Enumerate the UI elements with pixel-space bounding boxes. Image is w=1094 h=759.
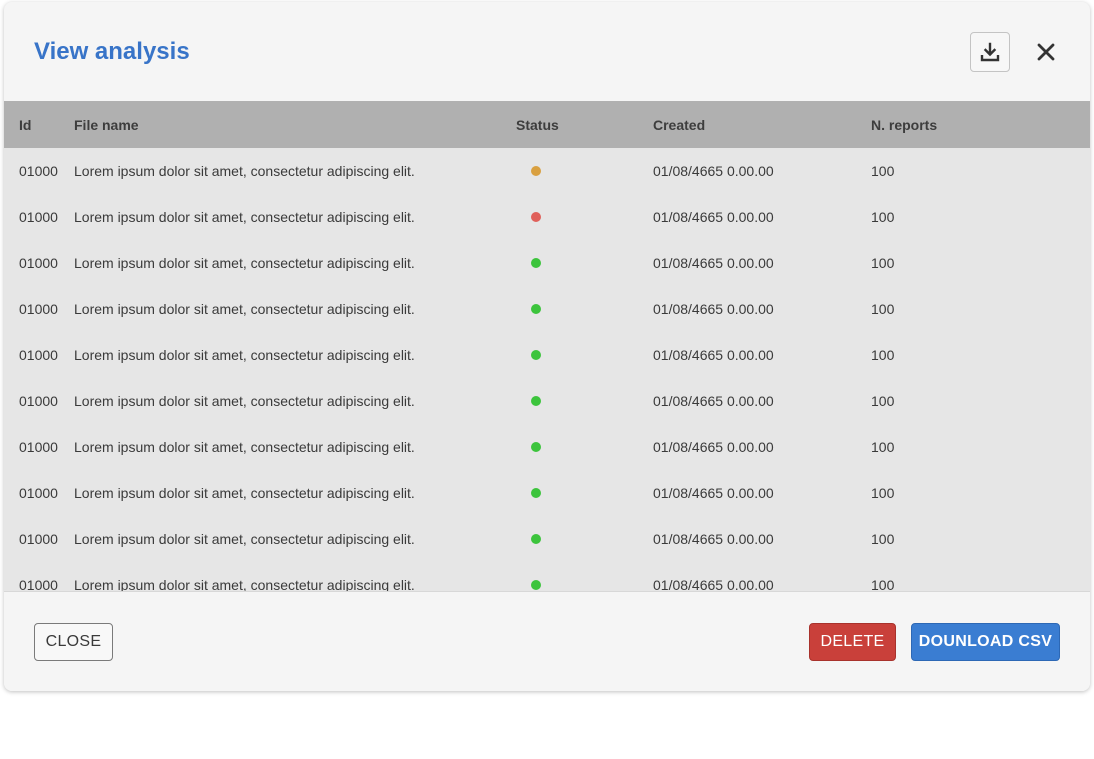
header-file-name: File name bbox=[74, 116, 139, 133]
dialog-header: View analysis bbox=[4, 2, 1090, 101]
cell-file-name: Lorem ipsum dolor sit amet, consectetur … bbox=[74, 255, 415, 271]
table-row[interactable]: 01000 Lorem ipsum dolor sit amet, consect… bbox=[4, 332, 1090, 378]
cell-id: 01000 bbox=[19, 209, 58, 225]
cell-n-reports: 100 bbox=[871, 301, 895, 317]
cell-n-reports: 100 bbox=[871, 393, 895, 409]
status-dot bbox=[531, 580, 541, 590]
cell-created: 01/08/4665 0.00.00 bbox=[653, 531, 774, 547]
cell-file-name: Lorem ipsum dolor sit amet, consectetur … bbox=[74, 531, 415, 547]
header-n-reports: N. reports bbox=[871, 116, 938, 133]
cell-created: 01/08/4665 0.00.00 bbox=[653, 577, 774, 591]
table-row[interactable]: 01000 Lorem ipsum dolor sit amet, consect… bbox=[4, 378, 1090, 424]
table-row[interactable]: 01000 Lorem ipsum dolor sit amet, consect… bbox=[4, 424, 1090, 470]
table-row[interactable]: 01000 Lorem ipsum dolor sit amet, consect… bbox=[4, 148, 1090, 194]
cell-id: 01000 bbox=[19, 439, 58, 455]
header-id: Id bbox=[19, 116, 32, 133]
cell-file-name: Lorem ipsum dolor sit amet, consectetur … bbox=[74, 439, 415, 455]
cell-id: 01000 bbox=[19, 531, 58, 547]
cell-created: 01/08/4665 0.00.00 bbox=[653, 347, 774, 363]
status-dot bbox=[531, 442, 541, 452]
cell-created: 01/08/4665 0.00.00 bbox=[653, 393, 774, 409]
cell-created: 01/08/4665 0.00.00 bbox=[653, 209, 774, 225]
status-dot bbox=[531, 166, 541, 176]
cell-created: 01/08/4665 0.00.00 bbox=[653, 485, 774, 501]
close-button[interactable]: CLOSE bbox=[34, 623, 113, 661]
cell-file-name: Lorem ipsum dolor sit amet, consectetur … bbox=[74, 485, 415, 501]
cell-file-name: Lorem ipsum dolor sit amet, consectetur … bbox=[74, 393, 415, 409]
analysis-table[interactable]: Id File name Status Created N. reports 0… bbox=[4, 101, 1090, 591]
cell-file-name: Lorem ipsum dolor sit amet, consectetur … bbox=[74, 347, 415, 363]
status-dot bbox=[531, 258, 541, 268]
status-dot bbox=[531, 534, 541, 544]
cell-id: 01000 bbox=[19, 485, 58, 501]
close-icon bbox=[1037, 43, 1055, 61]
cell-id: 01000 bbox=[19, 577, 58, 591]
header-created: Created bbox=[653, 116, 706, 133]
cell-file-name: Lorem ipsum dolor sit amet, consectetur … bbox=[74, 163, 415, 179]
delete-button[interactable]: DELETE bbox=[809, 623, 896, 661]
cell-file-name: Lorem ipsum dolor sit amet, consectetur … bbox=[74, 209, 415, 225]
table-header: Id File name Status Created N. reports bbox=[4, 101, 1090, 148]
cell-id: 01000 bbox=[19, 163, 58, 179]
header-status: Status bbox=[516, 116, 559, 133]
table-row[interactable]: 01000 Lorem ipsum dolor sit amet, consect… bbox=[4, 240, 1090, 286]
table-row[interactable]: 01000 Lorem ipsum dolor sit amet, consect… bbox=[4, 286, 1090, 332]
table-row[interactable]: 01000 Lorem ipsum dolor sit amet, consect… bbox=[4, 470, 1090, 516]
cell-n-reports: 100 bbox=[871, 485, 895, 501]
cell-n-reports: 100 bbox=[871, 531, 895, 547]
cell-n-reports: 100 bbox=[871, 255, 895, 271]
cell-id: 01000 bbox=[19, 347, 58, 363]
download-icon bbox=[980, 42, 1000, 62]
cell-file-name: Lorem ipsum dolor sit amet, consectetur … bbox=[74, 301, 415, 317]
cell-created: 01/08/4665 0.00.00 bbox=[653, 255, 774, 271]
table-row[interactable]: 01000 Lorem ipsum dolor sit amet, consect… bbox=[4, 562, 1090, 591]
cell-n-reports: 100 bbox=[871, 577, 895, 591]
cell-created: 01/08/4665 0.00.00 bbox=[653, 163, 774, 179]
cell-n-reports: 100 bbox=[871, 347, 895, 363]
close-dialog-button[interactable] bbox=[1034, 40, 1058, 64]
cell-n-reports: 100 bbox=[871, 439, 895, 455]
status-dot bbox=[531, 304, 541, 314]
status-dot bbox=[531, 212, 541, 222]
status-dot bbox=[531, 488, 541, 498]
table-row[interactable]: 01000 Lorem ipsum dolor sit amet, consect… bbox=[4, 194, 1090, 240]
download-csv-button[interactable]: DOUNLOAD CSV bbox=[911, 623, 1060, 661]
cell-n-reports: 100 bbox=[871, 163, 895, 179]
table-row[interactable]: 01000 Lorem ipsum dolor sit amet, consect… bbox=[4, 516, 1090, 562]
cell-id: 01000 bbox=[19, 393, 58, 409]
status-dot bbox=[531, 350, 541, 360]
download-button[interactable] bbox=[970, 32, 1010, 72]
cell-file-name: Lorem ipsum dolor sit amet, consectetur … bbox=[74, 577, 415, 591]
table-body: 01000 Lorem ipsum dolor sit amet, consect… bbox=[4, 148, 1090, 591]
status-dot bbox=[531, 396, 541, 406]
dialog-title: View analysis bbox=[34, 38, 190, 65]
dialog-footer: CLOSE DELETE DOUNLOAD CSV bbox=[4, 591, 1090, 691]
cell-created: 01/08/4665 0.00.00 bbox=[653, 439, 774, 455]
cell-id: 01000 bbox=[19, 255, 58, 271]
view-analysis-dialog: View analysis Id File name Status Create… bbox=[4, 2, 1090, 691]
cell-n-reports: 100 bbox=[871, 209, 895, 225]
cell-created: 01/08/4665 0.00.00 bbox=[653, 301, 774, 317]
cell-id: 01000 bbox=[19, 301, 58, 317]
